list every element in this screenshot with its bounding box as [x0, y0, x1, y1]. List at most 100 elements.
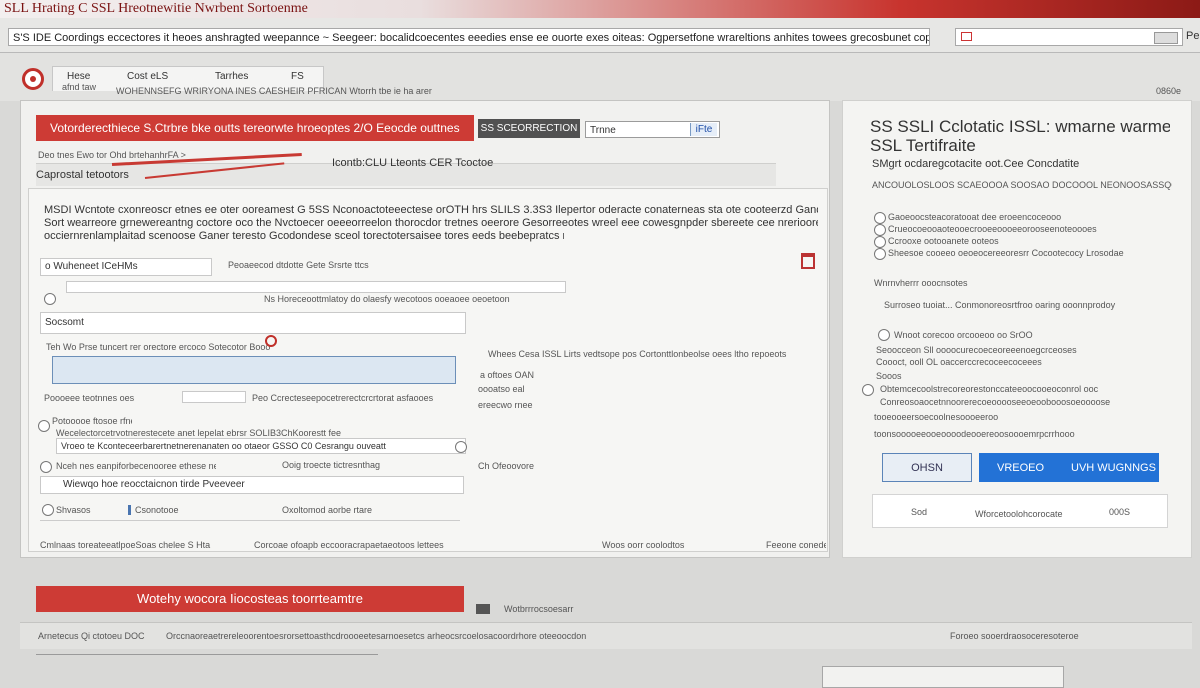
panel-line: tooeooeersoecoolnesoooeeroo — [874, 412, 999, 422]
footer-cell: Wforcetoolohcorocate — [975, 509, 1063, 519]
radio-button[interactable] — [38, 420, 50, 432]
panel-subtitle: SMgrt ocdaregcotacite oot.Cee Concdatite — [872, 158, 1080, 170]
radio-button[interactable] — [862, 384, 874, 396]
panel-line: Wnoot corecoo orcooeoo oo SrOO — [894, 330, 1033, 340]
add-icon[interactable] — [455, 441, 467, 453]
primary-button-label: VREOEO — [997, 462, 1045, 474]
checkbox[interactable] — [874, 224, 886, 236]
panel-label: Sooos — [876, 371, 902, 381]
text-input[interactable] — [66, 281, 566, 293]
logo-label: afnd taw — [62, 82, 97, 92]
side-note: ereecwo rnee — [478, 400, 533, 410]
checkbox-label: Ccrooxe ootooanete ooteos — [888, 236, 999, 246]
tab-home[interactable]: Hese — [67, 71, 90, 82]
panel-line: Conreosoaocetnnoorerecoeooooseeoeoobooos… — [880, 397, 1111, 407]
checkbox[interactable] — [874, 236, 886, 248]
field-side-note: Whees Cesa ISSL Lirts vedtsope pos Corto… — [488, 349, 787, 359]
footer-cell: 000S — [1109, 507, 1131, 517]
section-label: Caprostal tetootors — [36, 169, 129, 181]
divider — [36, 654, 378, 655]
field-label: Potooooe ftosoe rfnefts s — [52, 416, 132, 426]
primary-button[interactable]: VREOEO UVH WUGNNGS — [979, 453, 1159, 482]
tab-fs[interactable]: FS — [291, 71, 304, 82]
panel-footer-row[interactable]: Sod Wforcetoolohcorocate 000S — [872, 494, 1168, 528]
certificate-chooser[interactable]: Trnne iFte — [585, 121, 720, 138]
footer-column: Feeone conede a aaaorre — [766, 540, 826, 550]
text-input[interactable]: Vroeo te Kconteceerbarertnetnerenanaten … — [56, 438, 466, 454]
panel-line: Coooct, ooll OL oaccerccrecoceecoceees — [876, 357, 1042, 367]
panel-title: SS SSLI Cclotatic ISSL: wmarne warme SSL… — [870, 117, 1170, 155]
panel-title-line: SS SSLI Cclotatic ISSL: wmarne warme — [870, 117, 1170, 136]
action-note: Wotbrrrocsoesarr — [504, 604, 574, 614]
address-toolbar: S'S IDE Coordings eccectores it heoes an… — [0, 18, 1200, 53]
field-helper: Peoaeecod dtdotte Gete Srsrte ttcs — [228, 260, 369, 270]
checkbox-label: Crueocoeooaoteooecrooeeoooeeorooseenoteo… — [888, 224, 1097, 234]
panel-line: Obtemcecoolstrecoreorestonccateeoocooeoc… — [880, 384, 1099, 394]
footer-column: Cmlnaas toreateeatlpoeSoas chelee S Hta — [40, 540, 211, 550]
status-item: Foroeo sooerdraosoceresoteroe — [950, 631, 1079, 641]
description-line: occiernrenlamplaitad scenoose Ganer tere… — [44, 230, 564, 242]
description-line: Sort wearreore grnewereantng coctore oco… — [44, 217, 818, 229]
field-side-note: Peo Ccrecteseepocetrerectcrcrtorat asfao… — [252, 393, 434, 403]
field-label: Teh Wo Prse tuncert rer orectore ercoco … — [46, 342, 271, 352]
title-bar: SLL Hrating C SSL Hreotnewitie Nwrbent S… — [0, 0, 1200, 18]
panel-line: toonsooooeeooeoooodeooereoosoooemrpcrrho… — [874, 429, 1075, 439]
field-text: Wecelectorcetrvotnerestecete anet lepela… — [56, 428, 341, 438]
description-title: MSDI Wcntote cxonreoscr etnes ee oter oo… — [44, 204, 818, 216]
radio-button[interactable] — [42, 504, 54, 516]
field-label: Poooeee teotnnes oes — [44, 393, 135, 403]
footer-panel — [822, 666, 1064, 688]
option-label[interactable]: Csonotooe — [128, 505, 285, 515]
text-input[interactable] — [182, 391, 246, 403]
certificate-tab[interactable]: SS SCEORRECTION — [478, 119, 580, 138]
chooser-go-button[interactable]: iFte — [690, 123, 717, 136]
field-input[interactable]: o Wuheneet ICeHMs — [40, 258, 212, 276]
side-note: a oftoes OAN — [480, 370, 535, 380]
chooser-value: Trnne — [590, 125, 616, 136]
panel-title-line: SSL Tertifraite — [870, 136, 976, 155]
status-item: Arnetecus Qi ctotoeu DOC — [38, 631, 145, 641]
text-input[interactable]: Wiewqo hoe reocctaicnon tirde Pveeveer — [40, 476, 464, 494]
status-bar: Arnetecus Qi ctotoeu DOC Orccnaoreaetrer… — [20, 622, 1192, 649]
primary-action-label: Wotehy wocora Iiocosteas toorrteamtre — [137, 591, 363, 606]
url-input[interactable]: S'S IDE Coordings eccectores it heoes an… — [8, 28, 930, 46]
search-input[interactable] — [955, 28, 1183, 46]
radio-button[interactable] — [40, 461, 52, 473]
main-banner-text: Votorderecthiece S.Ctrbre bke outts tere… — [50, 121, 460, 135]
panel-line: ANCOUOLOSLOOS SCAEOOOA SOOSAO DOCOOOL NE… — [872, 180, 1172, 190]
checkbox[interactable] — [874, 248, 886, 260]
text-input[interactable]: Socsomt — [40, 312, 466, 334]
primary-button-label: UVH WUGNNGS — [1071, 462, 1156, 474]
footer-column: Woos oorr coolodtos — [602, 540, 685, 550]
footer-column: Corcoae ofoapb eccooracrapaetaeotoos let… — [254, 540, 444, 550]
radio-label: Nceh nes eanpiforbecenooree ethese nerc … — [56, 461, 216, 471]
corner-label: Pe — [1186, 30, 1200, 42]
lock-icon — [961, 32, 972, 41]
radio-note: Ooig troecte tictresnthag — [282, 460, 381, 470]
side-note: oooatso eal — [478, 384, 525, 394]
checkbox[interactable] — [874, 212, 886, 224]
checkbox-label: Sheesoe cooeeo oeoeocereeoresrr Cocootec… — [888, 248, 1124, 258]
radio-button[interactable] — [44, 293, 56, 305]
option-label[interactable]: Shvasos — [56, 505, 122, 515]
section-header: Icontb:CLU Lteonts CER Tcoctoe — [332, 157, 494, 169]
primary-action-button[interactable]: Wotehy wocora Iiocosteas toorrteamtre — [36, 586, 464, 612]
tab-cost[interactable]: Cost eLS — [127, 71, 168, 82]
footer-cell: Sod — [911, 507, 928, 517]
panel-line: Seoocceon Sll oooocurecoeceoreeenoegcrce… — [876, 345, 1077, 355]
panel-line: Surroseo tuoiat... Conmonoreosrtfroo oar… — [884, 300, 1116, 310]
secondary-button[interactable]: OHSN — [882, 453, 972, 482]
status-item: Orccnaoreaetrereleoorentoesrorsettoasthc… — [166, 631, 586, 641]
badge — [476, 604, 491, 614]
option-label[interactable]: Oxoltomod aorbe rtare — [282, 505, 462, 515]
tab-tarrhes[interactable]: Tarrhes — [215, 71, 248, 82]
subnav[interactable]: WOHENNSEFG WRIRYONA INES CAESHEIR PFRICA… — [116, 86, 456, 96]
logo-icon[interactable] — [22, 68, 44, 90]
selected-field[interactable] — [52, 356, 456, 384]
info-icon[interactable] — [265, 335, 277, 347]
checkbox-label: Gaoeoocsteacoratooat dee eroeencoceooo — [888, 212, 1062, 222]
search-go-button[interactable] — [1154, 32, 1178, 44]
version-label: 0860e — [1156, 86, 1182, 96]
trash-icon[interactable] — [801, 253, 815, 269]
radio-button[interactable] — [878, 329, 890, 341]
